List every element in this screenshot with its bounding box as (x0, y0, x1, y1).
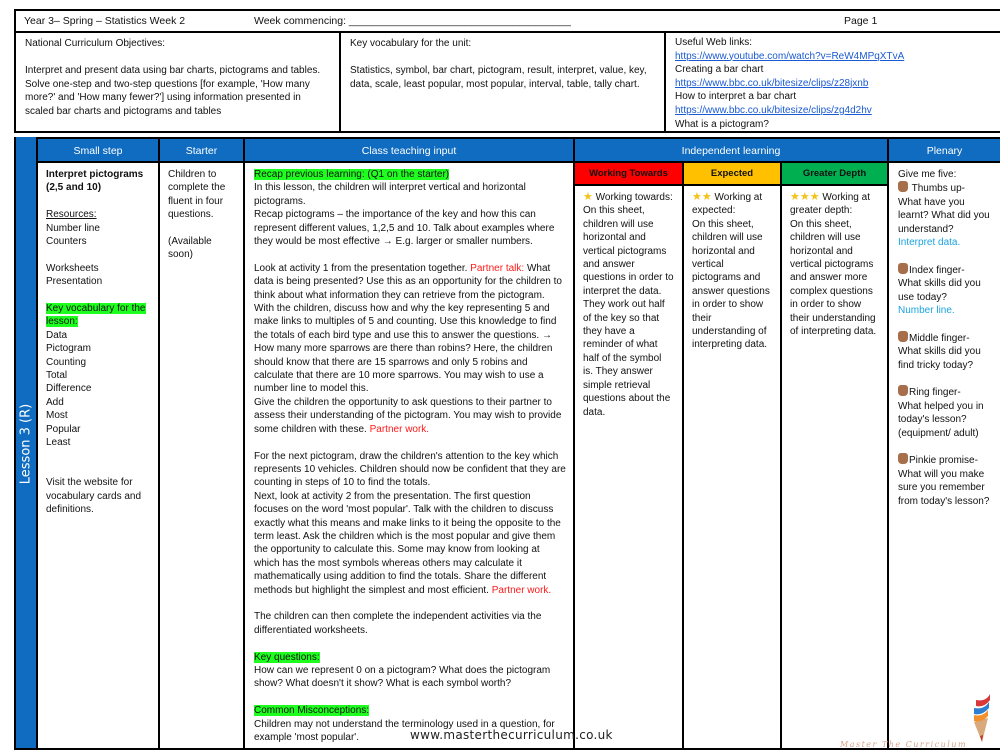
star-icon: ★★ (692, 191, 712, 203)
vocab-item: Total (46, 370, 68, 382)
objective-line: Solve one-step and two-step questions [f… (25, 78, 310, 117)
starter-text: Children to complete the fluent in four … (168, 169, 226, 221)
link-label: What is a pictogram? (675, 118, 769, 130)
vocab-item: Counting (46, 356, 87, 368)
objectives-heading: National Curriculum Objectives: (25, 38, 166, 49)
working-towards-column: ★ Working towards: On this sheet, childr… (575, 186, 684, 750)
expected-text: On this sheet, children will use horizon… (692, 218, 770, 351)
starter-note: (Available soon) (168, 236, 212, 261)
link-label: How to interpret a bar chart (675, 91, 797, 103)
teaching-paragraph: Look at activity 1 from the presentation… (254, 262, 562, 395)
page-number: Page 1 (844, 15, 878, 27)
vocab-item: Popular (46, 423, 81, 435)
header-small-step: Small step (38, 137, 160, 163)
teaching-paragraph: In this lesson, the children will interp… (254, 182, 526, 207)
header-greater-depth: Greater Depth (782, 163, 889, 186)
star-icon: ★ (583, 191, 593, 203)
footer-url[interactable]: www.masterthecurriculum.co.uk (410, 728, 613, 743)
expected-column: ★★ Working at expected: On this sheet, c… (684, 186, 782, 750)
lesson-label-band: Lesson 3 (R) (14, 137, 38, 750)
hand-icon (898, 181, 908, 193)
hand-icon (898, 330, 908, 342)
header-independent: Independent learning (575, 137, 889, 163)
objective-line: Interpret and present data using bar cha… (25, 65, 321, 77)
vocab-item: Difference (46, 383, 92, 395)
bbc-bar-chart-link[interactable]: https://www.bbc.co.uk/bitesize/clips/z28… (675, 77, 991, 91)
web-links-heading: Useful Web links: (675, 37, 753, 48)
lesson-vocab-label: Key vocabulary for the lesson: (46, 303, 146, 328)
recap-label: Recap previous learning: (Q1 on the star… (254, 169, 450, 180)
small-step-title: Interpret pictograms (2,5 and 10) (46, 169, 144, 194)
header-working-towards: Working Towards (575, 163, 684, 186)
resource-item: Presentation (46, 276, 103, 288)
partner-work-label: Partner work. (491, 584, 552, 596)
teaching-paragraph: The children can then complete the indep… (254, 611, 542, 636)
vocab-item: Most (46, 410, 68, 422)
resource-item: Number line (46, 222, 100, 234)
unit-vocabulary-box: Key vocabulary for the unit: Statistics,… (339, 33, 664, 133)
resource-item: Counters (46, 236, 87, 248)
vocab-item: Pictogram (46, 343, 92, 355)
pencil-logo-icon (974, 694, 990, 742)
plenary-column: Give me five: Thumbs up- What have you l… (889, 163, 1000, 750)
greater-depth-column: ★★★ Working at greater depth: On this sh… (782, 186, 889, 750)
objectives-box: National Curriculum Objectives: Interpre… (14, 33, 339, 133)
greater-depth-text: On this sheet, children will use horizon… (790, 218, 877, 338)
small-step-column: Interpret pictograms (2,5 and 10) Resour… (38, 163, 160, 750)
teaching-paragraph: Next, look at activity 2 from the presen… (254, 490, 561, 596)
hand-icon (898, 385, 908, 397)
document-title: Year 3– Spring – Statistics Week 2 (24, 15, 186, 27)
title-bar: Year 3– Spring – Statistics Week 2 Week … (14, 9, 1000, 33)
hand-icon (898, 262, 908, 274)
teaching-paragraph: Give the children the opportunity to ask… (254, 396, 562, 435)
partner-talk-label: Partner talk: (470, 262, 525, 274)
plenary-intro: Give me five: (898, 169, 957, 180)
partner-work-label: Partner work. (369, 423, 430, 435)
header-class-teaching: Class teaching input (245, 137, 575, 163)
plenary-answer: Interpret data. (898, 237, 961, 249)
logo-text: Master The Curriculum (840, 740, 968, 749)
unit-vocabulary-text: Statistics, symbol, bar chart, pictogram… (350, 65, 647, 90)
plenary-answer: Number line. (898, 305, 955, 317)
key-questions-label: Key questions: (254, 651, 320, 663)
key-questions-text: How can we represent 0 on a pictogram? W… (254, 664, 551, 690)
class-teaching-column: Recap previous learning: (Q1 on the star… (245, 163, 575, 750)
teaching-paragraph: For the next pictogram, draw the childre… (254, 450, 566, 489)
resource-item: Worksheets (46, 262, 99, 274)
lesson-label: Lesson 3 (R) (18, 403, 34, 484)
unit-vocabulary-heading: Key vocabulary for the unit: (350, 38, 472, 49)
teaching-paragraph: Recap pictograms – the importance of the… (254, 209, 555, 248)
misconceptions-label: Common Misconceptions: (254, 705, 370, 717)
bbc-interpret-link[interactable]: https://www.bbc.co.uk/bitesize/clips/zg4… (675, 104, 991, 118)
link-label: Creating a bar chart (675, 64, 764, 76)
resources-label: Resources: (46, 209, 97, 221)
week-commencing: Week commencing: _______________________… (254, 15, 571, 27)
vocab-item: Least (46, 437, 71, 449)
star-icon: ★★★ (790, 191, 820, 203)
header-starter: Starter (160, 137, 245, 163)
web-links-box: Useful Web links: https://www.youtube.co… (664, 33, 1000, 133)
youtube-link[interactable]: https://www.youtube.com/watch?v=ReW4MPqX… (675, 50, 991, 64)
vocab-item: Add (46, 396, 64, 408)
header-expected: Expected (684, 163, 782, 186)
visit-website-note: Visit the website for vocabulary cards a… (46, 477, 142, 516)
vocab-item: Data (46, 329, 68, 341)
working-towards-text: On this sheet, children will use horizon… (583, 205, 674, 418)
hand-icon (898, 453, 908, 465)
starter-column: Children to complete the fluent in four … (160, 163, 245, 750)
header-plenary: Plenary (889, 137, 1000, 163)
